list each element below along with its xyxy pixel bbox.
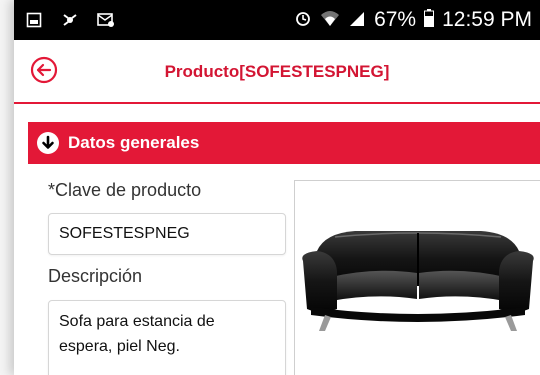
app-notification-icon — [60, 10, 80, 30]
arrow-down-circle-icon — [37, 132, 59, 154]
status-bar: 67% 12:59 PM — [14, 0, 540, 40]
descripcion-value-line2: espera, piel Neg. — [59, 338, 180, 355]
phone-screen: 67% 12:59 PM Producto[SOFESTESPNEG] Dato… — [14, 0, 540, 375]
alarm-icon — [294, 9, 312, 32]
background-frame — [0, 0, 14, 375]
signal-icon — [348, 9, 366, 32]
system-status: 67% 12:59 PM — [294, 8, 532, 32]
product-image[interactable] — [294, 180, 540, 375]
page-title: Producto[SOFESTESPNEG] — [164, 62, 390, 81]
section-label: Datos generales — [68, 133, 200, 152]
notification-icons — [24, 10, 116, 30]
wifi-icon — [320, 9, 340, 32]
clock: 12:59 PM — [442, 8, 532, 31]
battery-percent: 67% — [374, 8, 417, 31]
descripcion-label: Descripción — [48, 266, 143, 286]
descripcion-field[interactable]: Sofa para estancia de espera, piel Neg. — [48, 300, 286, 375]
clave-label: *Clave de producto — [48, 180, 202, 200]
email-notification-icon — [96, 10, 116, 30]
battery-icon — [424, 8, 435, 32]
clave-value: SOFESTESPNEG — [59, 225, 190, 242]
app-bar: Producto[SOFESTESPNEG] — [14, 40, 540, 104]
descripcion-value-line1: Sofa para estancia de — [59, 313, 215, 330]
clave-field[interactable]: SOFESTESPNEG — [48, 213, 286, 255]
gallery-notification-icon — [24, 10, 44, 30]
section-header-datos-generales[interactable]: Datos generales — [28, 122, 540, 164]
sofa-image — [302, 231, 534, 331]
